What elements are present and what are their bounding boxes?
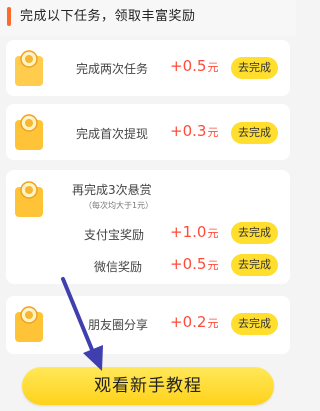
clipboard-coin-icon [15, 306, 43, 342]
task-label: 完成首次提现 [76, 127, 149, 141]
go-complete-button[interactable]: 去完成 [231, 254, 278, 276]
reward-amount: +0.5元 [170, 255, 219, 273]
clipboard-coin-icon [15, 114, 43, 150]
task-note: （每次均大于1元） [84, 201, 154, 210]
task-card-1: 完成两次任务 +0.5元 去完成 [6, 40, 290, 96]
page-header: 完成以下任务，领取丰富奖励 [0, 0, 296, 36]
go-complete-button[interactable]: 去完成 [231, 222, 278, 244]
reward-amount: +0.3元 [170, 122, 219, 140]
task-label: 再完成3次悬赏 [72, 183, 152, 197]
reward-amount: +1.0元 [170, 223, 219, 241]
go-complete-button[interactable]: 去完成 [231, 313, 278, 335]
pointer-arrow-icon [61, 277, 103, 371]
header-accent-bar [7, 7, 11, 26]
task-card-4: 朋友圈分享 +0.2元 去完成 [6, 296, 290, 354]
reward-amount: +0.5元 [170, 57, 219, 75]
clipboard-coin-icon [15, 50, 43, 86]
go-complete-button[interactable]: 去完成 [231, 122, 278, 144]
page-title: 完成以下任务，领取丰富奖励 [20, 9, 196, 24]
task-label: 完成两次任务 [76, 62, 149, 76]
sub-task-label-alipay: 支付宝奖励 [84, 228, 145, 242]
go-complete-button[interactable]: 去完成 [231, 57, 278, 79]
task-card-3: 再完成3次悬赏 （每次均大于1元） 支付宝奖励 +1.0元 去完成 微信奖励 +… [6, 170, 290, 284]
clipboard-coin-icon [15, 181, 43, 217]
reward-amount: +0.2元 [170, 313, 219, 331]
sub-task-label-wechat: 微信奖励 [94, 260, 143, 274]
task-card-2: 完成首次提现 +0.3元 去完成 [6, 104, 290, 160]
